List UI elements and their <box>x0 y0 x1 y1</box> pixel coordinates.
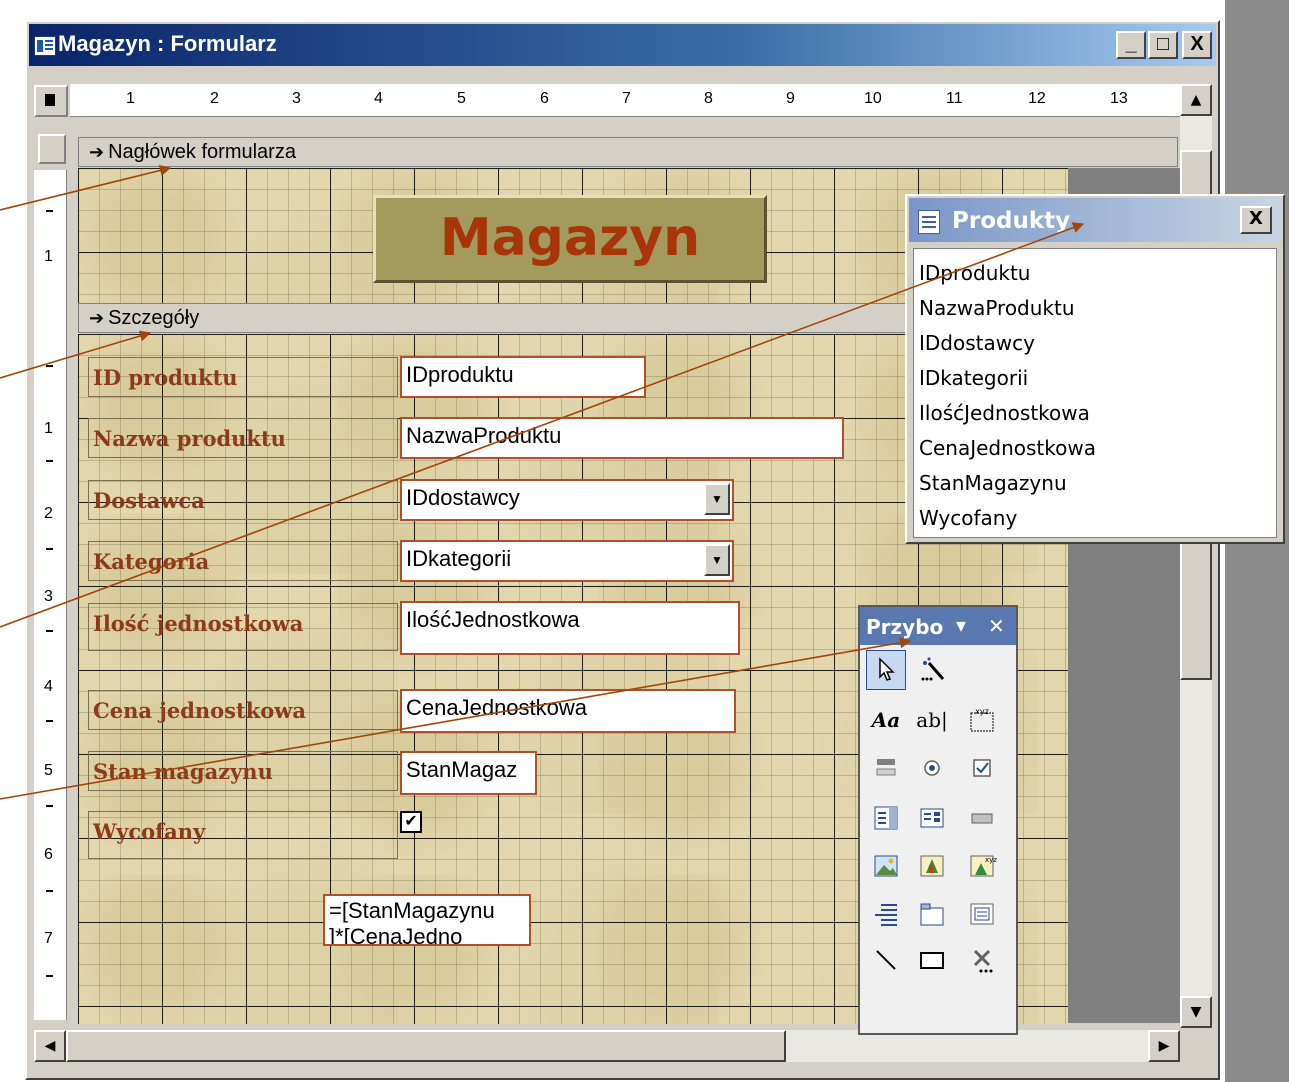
annotation-arrow <box>0 222 1085 628</box>
annotation-arrow <box>0 330 152 379</box>
annotation-arrow <box>0 637 912 800</box>
annotation-overlay <box>0 164 1085 800</box>
annotation-arrow <box>0 164 172 211</box>
